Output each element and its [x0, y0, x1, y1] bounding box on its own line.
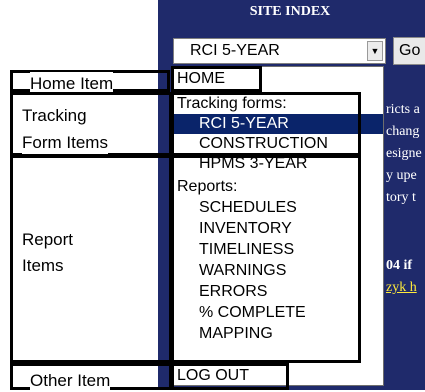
- background-text: y upe: [386, 168, 417, 183]
- background-link[interactable]: zyk h: [386, 280, 417, 296]
- tracking-label-line1: Tracking: [22, 104, 87, 127]
- background-text: tory t: [386, 190, 416, 205]
- other-label: Other Item: [30, 369, 111, 392]
- report-label-line2: Items: [22, 254, 64, 277]
- select-current-value: RCI 5-YEAR: [190, 42, 280, 59]
- tracking-label-line2: Form Items: [22, 131, 108, 154]
- background-text: chang: [386, 124, 420, 139]
- background-text: ricts a: [386, 102, 420, 117]
- home-highlight-frame: [171, 66, 262, 92]
- site-index-title: SITE INDEX: [249, 4, 331, 19]
- go-button[interactable]: Go: [393, 37, 425, 65]
- other-highlight-frame: [171, 363, 289, 390]
- chevron-down-icon[interactable]: ▼: [367, 41, 383, 61]
- report-highlight-frame: [171, 155, 361, 363]
- background-text: esigne: [386, 146, 422, 161]
- background-text: 04 if: [386, 258, 413, 273]
- tracking-highlight-frame: [171, 92, 361, 156]
- report-label-line1: Report: [22, 228, 74, 251]
- site-index-select[interactable]: RCI 5-YEAR ▼: [173, 38, 386, 64]
